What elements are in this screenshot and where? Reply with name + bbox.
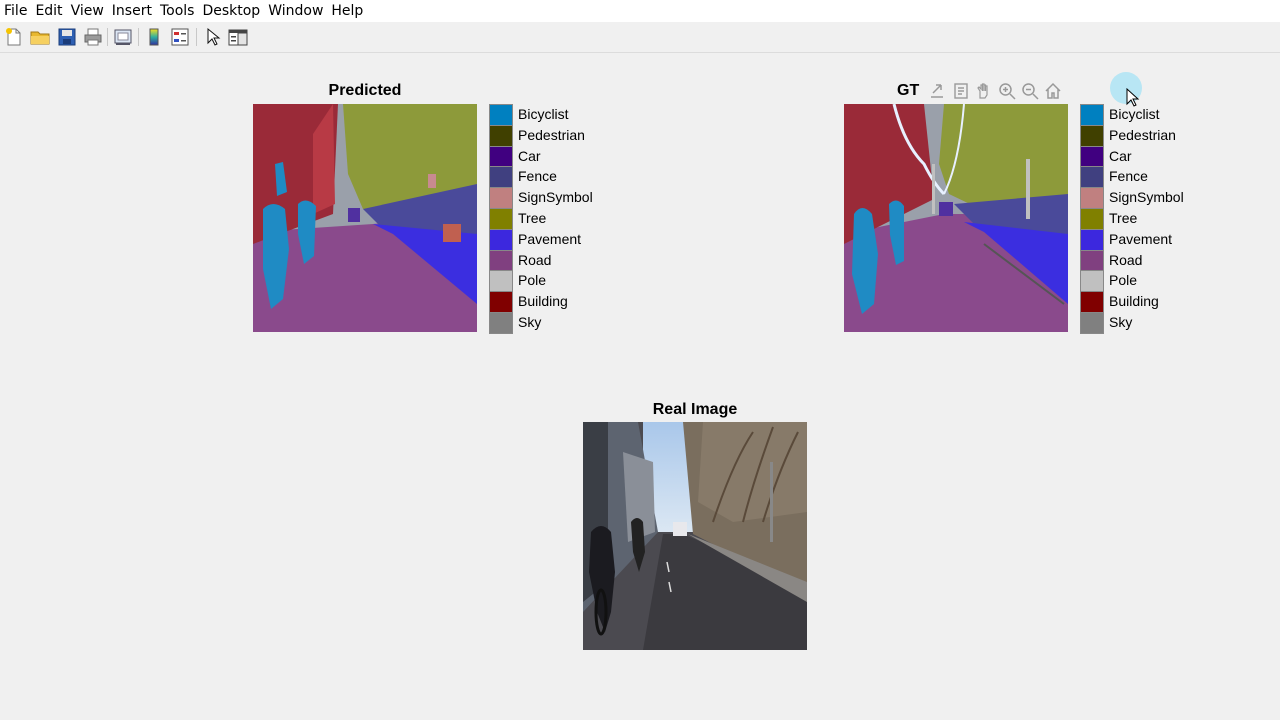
save-icon[interactable] [56, 26, 78, 48]
legend-label: Pavement [518, 230, 582, 247]
swatch-building [1080, 291, 1104, 312]
legend-label: Car [1109, 147, 1132, 164]
open-file-icon[interactable] [29, 26, 51, 48]
predicted-image [253, 104, 477, 332]
legend-label: Road [518, 251, 552, 268]
legend-icon[interactable] [169, 26, 191, 48]
predicted-legend-labels: Bicyclist Pedestrian Car Fence SignSymbo… [518, 104, 593, 333]
swatch-pavement [489, 228, 513, 250]
swatch-pedestrian [1080, 124, 1104, 146]
predicted-legend [489, 104, 513, 334]
swatch-tree [1080, 207, 1104, 229]
pointer-icon[interactable] [201, 26, 223, 48]
colorbar-icon[interactable] [143, 26, 165, 48]
new-figure-icon[interactable] [3, 26, 25, 48]
swatch-building [489, 291, 513, 312]
gt-legend [1080, 104, 1104, 334]
data-tips-icon[interactable] [951, 81, 971, 101]
legend-label: Sky [518, 313, 542, 330]
export-icon[interactable] [928, 81, 948, 101]
swatch-road [489, 249, 513, 271]
menu-insert[interactable]: Insert [108, 0, 156, 22]
print-preview-icon[interactable] [112, 26, 134, 48]
legend-label: Building [518, 293, 568, 310]
menu-desktop[interactable]: Desktop [198, 0, 264, 22]
swatch-fence [1080, 166, 1104, 188]
gt-legend-labels: Bicyclist Pedestrian Car Fence SignSymbo… [1109, 104, 1184, 333]
legend-label: SignSymbol [518, 189, 593, 206]
legend-label: Pedestrian [1109, 126, 1176, 143]
swatch-signsymbol [489, 187, 513, 208]
swatch-pole [489, 270, 513, 292]
menu-view[interactable]: View [67, 0, 108, 22]
mouse-pointer-icon [1126, 87, 1140, 108]
swatch-sky [1080, 311, 1104, 334]
swatch-fence [489, 166, 513, 188]
menu-bar: File Edit View Insert Tools Desktop Wind… [0, 0, 1280, 22]
legend-label: Building [1109, 293, 1159, 310]
legend-label: Pedestrian [518, 126, 585, 143]
swatch-pavement [1080, 228, 1104, 250]
menu-help[interactable]: Help [327, 0, 367, 22]
gt-title: GT [897, 82, 920, 99]
legend-label: Fence [518, 168, 557, 185]
legend-label: Pavement [1109, 230, 1173, 247]
zoom-out-icon[interactable] [1020, 81, 1040, 101]
swatch-road [1080, 249, 1104, 271]
home-icon[interactable] [1043, 81, 1063, 101]
swatch-signsymbol [1080, 187, 1104, 208]
legend-label: Sky [1109, 313, 1133, 330]
swatch-car [1080, 145, 1104, 167]
legend-label: Pole [518, 272, 547, 289]
legend-label: Bicyclist [1109, 106, 1160, 122]
swatch-car [489, 145, 513, 167]
swatch-bicyclist [489, 104, 513, 125]
axes-toolbar [928, 81, 1063, 101]
menu-file[interactable]: File [0, 0, 31, 22]
swatch-sky [489, 311, 513, 334]
predicted-title: Predicted [328, 82, 402, 99]
legend-label: Road [1109, 251, 1143, 268]
pan-icon[interactable] [974, 81, 994, 101]
legend-label: Bicyclist [518, 106, 569, 122]
property-editor-icon[interactable] [227, 26, 249, 48]
legend-label: Fence [1109, 168, 1148, 185]
swatch-tree [489, 207, 513, 229]
swatch-bicyclist [1080, 104, 1104, 125]
zoom-in-icon[interactable] [997, 81, 1017, 101]
real-image [583, 422, 807, 650]
swatch-pole [1080, 270, 1104, 292]
legend-label: Pole [1109, 272, 1138, 289]
legend-label: Car [518, 147, 541, 164]
menu-tools[interactable]: Tools [156, 0, 199, 22]
real-image-title: Real Image [652, 401, 738, 418]
legend-label: Tree [1109, 209, 1138, 226]
legend-label: Tree [518, 209, 547, 226]
figure-toolbar [0, 22, 1280, 53]
gt-image [844, 104, 1068, 332]
swatch-pedestrian [489, 124, 513, 146]
menu-edit[interactable]: Edit [31, 0, 66, 22]
print-icon[interactable] [82, 26, 104, 48]
legend-label: SignSymbol [1109, 189, 1184, 206]
menu-window[interactable]: Window [264, 0, 327, 22]
